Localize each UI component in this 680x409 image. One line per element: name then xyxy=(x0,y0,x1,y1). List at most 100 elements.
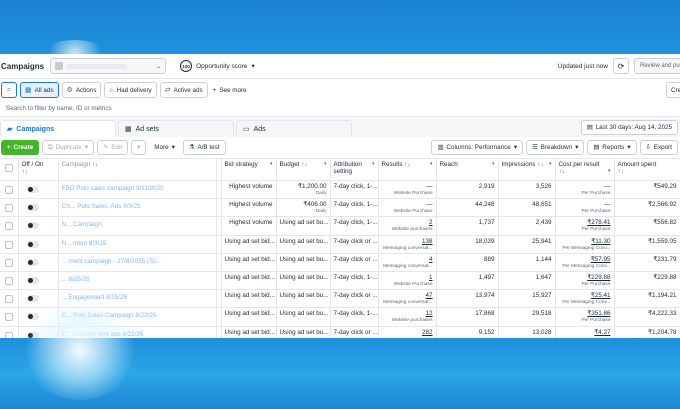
header-amount-spent[interactable]: Amount spent ↑↓ xyxy=(614,158,680,181)
table-row[interactable]: ... 8/25/25 Using ad set bid... Using ad s… xyxy=(0,271,680,291)
header-amount-spent-label: Amount spent xyxy=(617,161,657,168)
edit-button[interactable]: ✎ Edit xyxy=(96,140,129,155)
amount-spent-value: ₹1,204.78 xyxy=(647,328,677,336)
tab-ads[interactable]: ▭ Ads xyxy=(236,120,352,137)
tab-campaigns[interactable]: ▰ Campaigns xyxy=(0,120,116,137)
row-checkbox[interactable] xyxy=(5,331,13,338)
filter-had-delivery[interactable]: ⌂ Had delivery xyxy=(104,82,157,98)
results-cell: — Website Purchase xyxy=(378,198,437,218)
campaign-name-link[interactable]: ... ment campaign - 27/8/2025 (To... xyxy=(62,258,213,265)
table-row[interactable]: N... Campaign Highest volume Using ad set … xyxy=(0,216,680,236)
row-checkbox[interactable] xyxy=(5,276,13,285)
reach-cell: 889 xyxy=(436,253,499,272)
row-checkbox[interactable] xyxy=(5,295,13,304)
header-impressions[interactable]: Impressions ↑↓ ▾ xyxy=(498,158,556,181)
filter-actions[interactable]: ⚙ Actions xyxy=(61,82,102,98)
attribution-cell: 7-day click or ... xyxy=(330,235,379,254)
row-checkbox[interactable] xyxy=(5,222,13,231)
results-value[interactable]: 1 xyxy=(429,274,433,281)
search-input[interactable]: Search to filter by name, ID or metrics xyxy=(0,101,680,117)
reports-button[interactable]: ▤ Reports ▾ xyxy=(587,140,637,155)
more-button[interactable]: More ▾ xyxy=(149,140,180,155)
export-button[interactable]: ⇩ Export xyxy=(639,140,678,155)
filter-active-ads[interactable]: ⇄ Active ads xyxy=(159,82,208,98)
results-cell: 282 xyxy=(378,326,437,338)
tab-campaigns-label: Campaigns xyxy=(16,125,55,133)
breakdown-button[interactable]: ☰ Breakdown ▾ xyxy=(525,140,585,155)
attribution-cell: 7-day click, 1-... xyxy=(330,180,379,200)
refresh-button[interactable]: ⟳ xyxy=(613,58,629,74)
row-checkbox[interactable] xyxy=(5,186,13,194)
search-toggle-button[interactable]: ⌕ xyxy=(1,82,17,98)
date-range-picker[interactable]: ▤ Last 30 days: Aug 14, 2025 xyxy=(580,120,678,135)
bid-strategy-cell: Using ad set bid... xyxy=(221,289,277,309)
campaign-name-link[interactable]: FSO Polo sales campaign 9/11/2025 xyxy=(62,185,213,192)
campaign-toggle[interactable] xyxy=(26,276,39,284)
budget-value: ₹1,200.00 xyxy=(297,183,327,190)
campaign-toggle[interactable] xyxy=(26,295,39,303)
row-checkbox[interactable] xyxy=(5,258,13,267)
cost-per-result-type: Per Purchase xyxy=(581,227,611,233)
campaign-name-link[interactable]: N... Campaign xyxy=(62,221,213,228)
table-row[interactable]: FSO Polo sales campaign 9/11/2025 Highest… xyxy=(0,180,680,200)
select-all-checkbox[interactable] xyxy=(5,164,13,172)
see-more-filters[interactable]: + See more xyxy=(213,87,247,94)
campaign-toggle[interactable] xyxy=(26,240,39,248)
row-checkbox[interactable] xyxy=(5,204,13,213)
campaign-name-link[interactable]: CS... Polo Sales. Ads 9/5/25 xyxy=(62,203,213,210)
cost-per-result-value: — xyxy=(604,183,611,190)
campaign-toggle[interactable] xyxy=(26,258,39,266)
table-row[interactable]: ... ment campaign - 27/8/2025 (To... Usin… xyxy=(0,253,680,272)
table-row[interactable]: CS... Polo Sales. Ads 9/5/25 Highest volu… xyxy=(0,198,680,218)
header-off-on[interactable]: Off / On ↑↓ xyxy=(18,158,59,181)
cost-per-result-value[interactable]: ₹229.88 xyxy=(587,274,610,281)
attribution-value: 7-day click, 1-... xyxy=(333,183,378,190)
results-value[interactable]: 138 xyxy=(422,238,433,245)
header-cost-per-result[interactable]: Cost per result ↑↓ ▾ xyxy=(555,158,615,181)
campaign-toggle[interactable] xyxy=(26,222,39,230)
budget-type: Daily xyxy=(315,209,327,215)
duplicate-button[interactable]: ⧉ Duplicate ▾ xyxy=(42,140,94,155)
results-value[interactable]: 12 xyxy=(425,310,432,317)
campaign-name-cell: ... ment campaign - 27/8/2025 (To... xyxy=(58,253,217,272)
reach-cell: 13,974 xyxy=(436,289,499,309)
results-value[interactable]: 47 xyxy=(425,292,432,299)
cost-per-result-value[interactable]: ₹4.27 xyxy=(594,329,610,336)
header-reach[interactable]: Reach ▾ xyxy=(436,158,499,181)
header-attribution-label-2: setting xyxy=(333,168,353,175)
opportunity-score[interactable]: 100 Opportunity score ▾ xyxy=(180,60,255,72)
cost-per-result-value[interactable]: ₹11.30 xyxy=(591,238,610,245)
columns-button[interactable]: ▥ Columns: Performance ▾ xyxy=(431,140,523,155)
header-bid-strategy[interactable]: Bid strategy ▾ xyxy=(221,158,277,181)
campaign-name-link[interactable]: N... ment 8/3/25 xyxy=(62,240,213,247)
cost-per-result-value[interactable]: ₹25.41 xyxy=(591,292,611,299)
results-value[interactable]: 2 xyxy=(429,219,433,226)
tab-ad-sets[interactable]: ▦ Ad sets xyxy=(118,120,234,137)
results-value[interactable]: 4 xyxy=(429,256,433,263)
filter-all-ads[interactable]: ▦ All ads xyxy=(20,82,59,98)
create-button[interactable]: + Create xyxy=(1,140,39,155)
bid-strategy-value: Using ad set bid... xyxy=(224,255,275,263)
reach-value: 2,919 xyxy=(478,183,495,190)
cost-per-result-value[interactable]: ₹57.95 xyxy=(591,256,611,263)
cost-per-result-value[interactable]: ₹278.41 xyxy=(587,219,610,226)
export-icon: ⇩ xyxy=(645,144,651,151)
header-campaign[interactable]: Campaign ↑↓ xyxy=(58,158,217,181)
create-view-button[interactable]: Cre xyxy=(666,82,680,98)
campaign-name-link[interactable]: ... 8/25/25 xyxy=(62,276,213,283)
account-selector[interactable]: ⌄ xyxy=(50,58,167,74)
ads-manager-window: Campaigns ⌄ 100 Opportunity score ▾ Upda… xyxy=(0,54,680,338)
edit-dropdown[interactable]: ▾ xyxy=(131,140,147,155)
review-and-publish-button[interactable]: Review and pul xyxy=(634,58,680,74)
row-checkbox[interactable] xyxy=(5,313,13,322)
header-budget[interactable]: Budget ↑↓ ▾ xyxy=(276,158,331,181)
cost-per-result-value[interactable]: ₹351.86 xyxy=(587,310,610,317)
campaign-toggle[interactable] xyxy=(26,186,39,193)
ab-test-button[interactable]: ⚗ A/B test xyxy=(182,140,226,155)
row-checkbox[interactable] xyxy=(5,240,13,249)
header-results[interactable]: Results ↑↓ ▾ xyxy=(378,158,437,181)
results-value[interactable]: 282 xyxy=(422,329,433,336)
table-row[interactable]: N... ment 8/3/25 Using ad set bid... Using… xyxy=(0,235,680,254)
header-attribution[interactable]: Attribution ▾ setting xyxy=(330,158,379,181)
campaign-toggle[interactable] xyxy=(26,204,39,212)
